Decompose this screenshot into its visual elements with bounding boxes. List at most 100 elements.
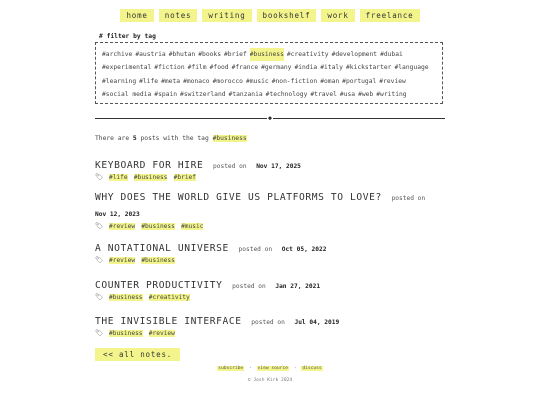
summary-tag[interactable]: #business — [212, 135, 247, 142]
subscribe-link[interactable]: subscribe — [217, 366, 245, 371]
post-tag[interactable]: #brief — [173, 174, 196, 181]
post-posted-on: posted on — [251, 319, 285, 326]
post-posted-on: posted on — [238, 246, 273, 253]
post-tags: 🏷 #business #creativity — [95, 293, 445, 302]
filter-tag[interactable]: #oman — [320, 75, 339, 88]
post-title[interactable]: THE INVISIBLE INTERFACE — [95, 316, 242, 327]
post-tags: 🏷 #life #business #brief — [95, 173, 445, 182]
filter-tag[interactable]: #usa — [340, 88, 355, 101]
footer-links: subscribe · view source · discuss — [0, 366, 540, 371]
filter-tag[interactable]: #non-fiction — [272, 75, 318, 88]
filter-tag[interactable]: #film — [188, 61, 207, 74]
nav-work[interactable]: work — [321, 9, 355, 22]
post-item: THE INVISIBLE INTERFACE posted on Jul 04… — [95, 309, 445, 338]
post-date: Jan 27, 2021 — [275, 283, 321, 290]
filter-tag[interactable]: #austria — [135, 48, 165, 61]
post-tag[interactable]: #business — [109, 294, 143, 301]
post-tag[interactable]: #review — [109, 223, 136, 230]
post-title[interactable]: KEYBOARD FOR HIRE — [95, 160, 203, 171]
filter-tag[interactable]: #books — [198, 48, 221, 61]
post-item: A NOTATIONAL UNIVERSE posted on Oct 05, … — [95, 236, 445, 265]
filter-tag[interactable]: #italy — [320, 61, 343, 74]
filter-tag[interactable]: #music — [246, 75, 269, 88]
post-posted-on: posted on — [232, 283, 266, 290]
filter-tag[interactable]: #creativity — [287, 48, 329, 61]
post-tag[interactable]: #life — [109, 174, 128, 181]
post-tag[interactable]: #review — [109, 257, 136, 264]
summary-middle: posts with the tag — [140, 135, 209, 142]
post-tag[interactable]: #business — [141, 257, 175, 264]
filter-tag[interactable]: #france — [232, 61, 259, 74]
filter-tag[interactable]: #life — [139, 75, 158, 88]
filter-tag[interactable]: #archive — [102, 48, 132, 61]
filter-tag[interactable]: #development — [332, 48, 378, 61]
filter-tag[interactable]: #switzerland — [180, 88, 226, 101]
filter-tag[interactable]: #language — [394, 61, 428, 74]
discuss-link[interactable]: discuss — [301, 366, 323, 371]
summary-prefix: There are — [95, 135, 130, 142]
post-tags: 🏷 #business #review — [95, 329, 445, 338]
tag-icon: 🏷 — [95, 256, 104, 264]
filter-tag[interactable]: #tanzania — [229, 88, 263, 101]
post-date: Nov 12, 2023 — [95, 211, 140, 218]
filter-tag[interactable]: #technology — [266, 88, 308, 101]
all-notes-button[interactable]: << all notes. — [95, 348, 181, 361]
filter-tag[interactable]: #experimental — [102, 61, 151, 74]
nav-writing[interactable]: writing — [202, 9, 252, 22]
post-tags: 🏷 #review #business — [95, 256, 445, 265]
filter-tag[interactable]: #kickstarter — [346, 61, 392, 74]
filter-tag[interactable]: #fiction — [154, 61, 184, 74]
tag-icon: 🏷 — [95, 329, 104, 337]
post-tag[interactable]: #business — [141, 223, 175, 230]
post-tags: 🏷 #review #business #music — [95, 222, 445, 231]
post-item: WHY DOES THE WORLD GIVE US PLATFORMS TO … — [95, 189, 445, 231]
filter-tag[interactable]: #web — [358, 88, 373, 101]
tag-icon: 🏷 — [95, 173, 104, 181]
post-title[interactable]: WHY DOES THE WORLD GIVE US PLATFORMS TO … — [95, 192, 382, 203]
nav-freelance[interactable]: freelance — [359, 9, 420, 22]
filter-tag[interactable]: #brief — [224, 48, 247, 61]
filter-tag[interactable]: #portugal — [342, 75, 376, 88]
diamond-icon: ◆ — [267, 114, 273, 122]
filter-tag[interactable]: #spain — [154, 88, 177, 101]
filter-tag[interactable]: #monaco — [183, 75, 210, 88]
filter-tag[interactable]: #travel — [310, 88, 337, 101]
tag-cloud: #archive #austria #bhutan #books #brief #busi… — [102, 48, 436, 101]
post-title[interactable]: COUNTER PRODUCTIVITY — [95, 280, 223, 291]
filter-tag[interactable]: #bhutan — [169, 48, 196, 61]
post-date: Nov 17, 2025 — [256, 163, 301, 170]
filter-tag[interactable]: #review — [379, 75, 406, 88]
filter-tag[interactable]: #business — [249, 48, 284, 62]
post-tag[interactable]: #review — [148, 330, 175, 337]
filter-tag[interactable]: #dubai — [380, 48, 403, 61]
footer-separator: · — [248, 366, 252, 371]
page: home notes writing bookshelf work freela… — [0, 0, 540, 405]
nav-notes[interactable]: notes — [158, 9, 198, 22]
tag-filter-box: #archive #austria #bhutan #books #brief #busi… — [95, 42, 443, 104]
post-tag[interactable]: #business — [109, 330, 143, 337]
filter-tag[interactable]: #morocco — [213, 75, 243, 88]
post-posted-on: posted on — [213, 163, 247, 170]
post-title[interactable]: A NOTATIONAL UNIVERSE — [95, 243, 229, 254]
post-tag[interactable]: #business — [133, 174, 168, 181]
tag-icon: 🏷 — [95, 293, 104, 301]
nav-home[interactable]: home — [120, 9, 154, 22]
filter-tag[interactable]: #writing — [376, 88, 406, 101]
filter-tag[interactable]: #india — [294, 61, 317, 74]
post-date: Oct 05, 2022 — [281, 246, 327, 253]
filter-heading: # filter by tag — [99, 33, 156, 40]
filter-tag[interactable]: #learning — [102, 75, 136, 88]
filter-tag[interactable]: #food — [210, 61, 229, 74]
post-tag[interactable]: #creativity — [148, 294, 190, 301]
post-tag[interactable]: #music — [181, 223, 204, 230]
post-date: Jul 04, 2019 — [294, 319, 340, 326]
post-posted-on: posted on — [391, 195, 426, 202]
post-item: KEYBOARD FOR HIRE posted on Nov 17, 2025… — [95, 153, 445, 182]
copyright: © Josh Kirk 2024 — [247, 378, 293, 383]
filter-tag[interactable]: #germany — [261, 61, 291, 74]
nav-bookshelf[interactable]: bookshelf — [256, 9, 317, 22]
filter-tag[interactable]: #social media — [102, 88, 151, 101]
view-source-link[interactable]: view source — [256, 366, 289, 371]
posts-summary: There are 5 posts with the tag #business — [95, 135, 247, 142]
filter-tag[interactable]: #meta — [161, 75, 180, 88]
